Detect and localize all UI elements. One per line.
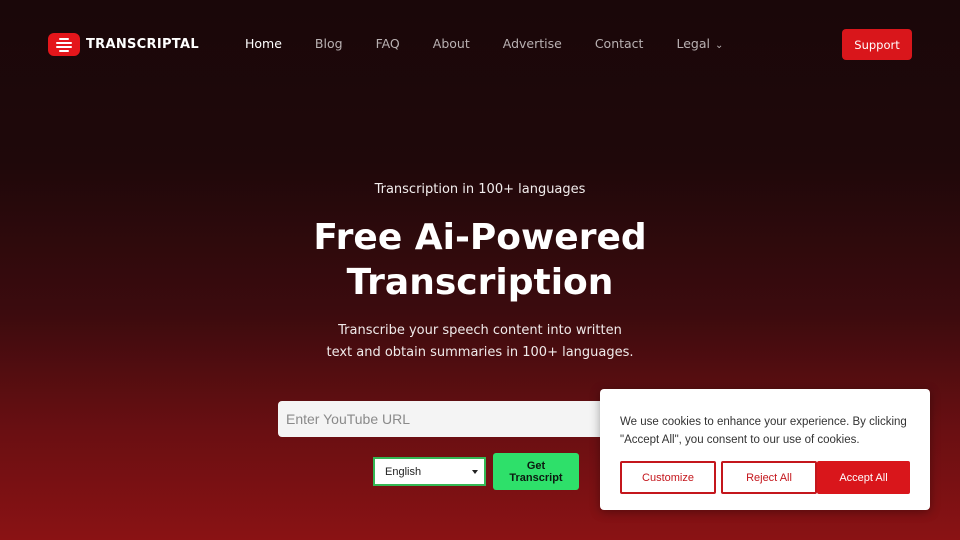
accept-all-button[interactable]: Accept All: [817, 461, 910, 494]
subtitle-line-2: text and obtain summaries in 100+ langua…: [326, 345, 634, 360]
nav-contact[interactable]: Contact: [595, 36, 644, 51]
nav-home[interactable]: Home: [245, 36, 282, 51]
subtitle-line-1: Transcribe your speech content into writ…: [338, 323, 622, 338]
reject-all-button[interactable]: Reject All: [721, 461, 817, 494]
get-transcript-button[interactable]: Get Transcript: [493, 453, 579, 490]
page-title: Free Ai-Powered Transcription: [0, 215, 960, 305]
chevron-down-icon: ⌄: [714, 40, 724, 51]
caret-down-icon: [472, 470, 478, 474]
language-selected: English: [385, 465, 422, 478]
title-line-1: Free Ai-Powered: [313, 217, 647, 258]
main-nav: Home Blog FAQ About Advertise Contact Le…: [245, 36, 756, 51]
nav-advertise[interactable]: Advertise: [503, 36, 562, 51]
hero-eyebrow: Transcription in 100+ languages: [374, 182, 586, 197]
cookie-banner: We use cookies to enhance your experienc…: [600, 389, 930, 510]
brand-name: TRANSCRIPTAL: [86, 37, 199, 52]
title-line-2: Transcription: [346, 262, 614, 303]
nav-legal[interactable]: Legal ⌄: [676, 36, 723, 51]
logo-icon: [48, 33, 80, 56]
nav-faq[interactable]: FAQ: [376, 36, 400, 51]
nav-about[interactable]: About: [433, 36, 470, 51]
brand-logo[interactable]: TRANSCRIPTAL: [48, 33, 199, 56]
nav-legal-label: Legal: [676, 36, 710, 51]
language-select[interactable]: English: [373, 457, 486, 486]
cookie-text: We use cookies to enhance your experienc…: [620, 416, 907, 446]
hero-subtitle: Transcribe your speech content into writ…: [0, 320, 960, 364]
customize-button[interactable]: Customize: [620, 461, 716, 494]
youtube-url-input[interactable]: [278, 401, 618, 437]
nav-blog[interactable]: Blog: [315, 36, 343, 51]
support-button[interactable]: Support: [842, 29, 912, 60]
